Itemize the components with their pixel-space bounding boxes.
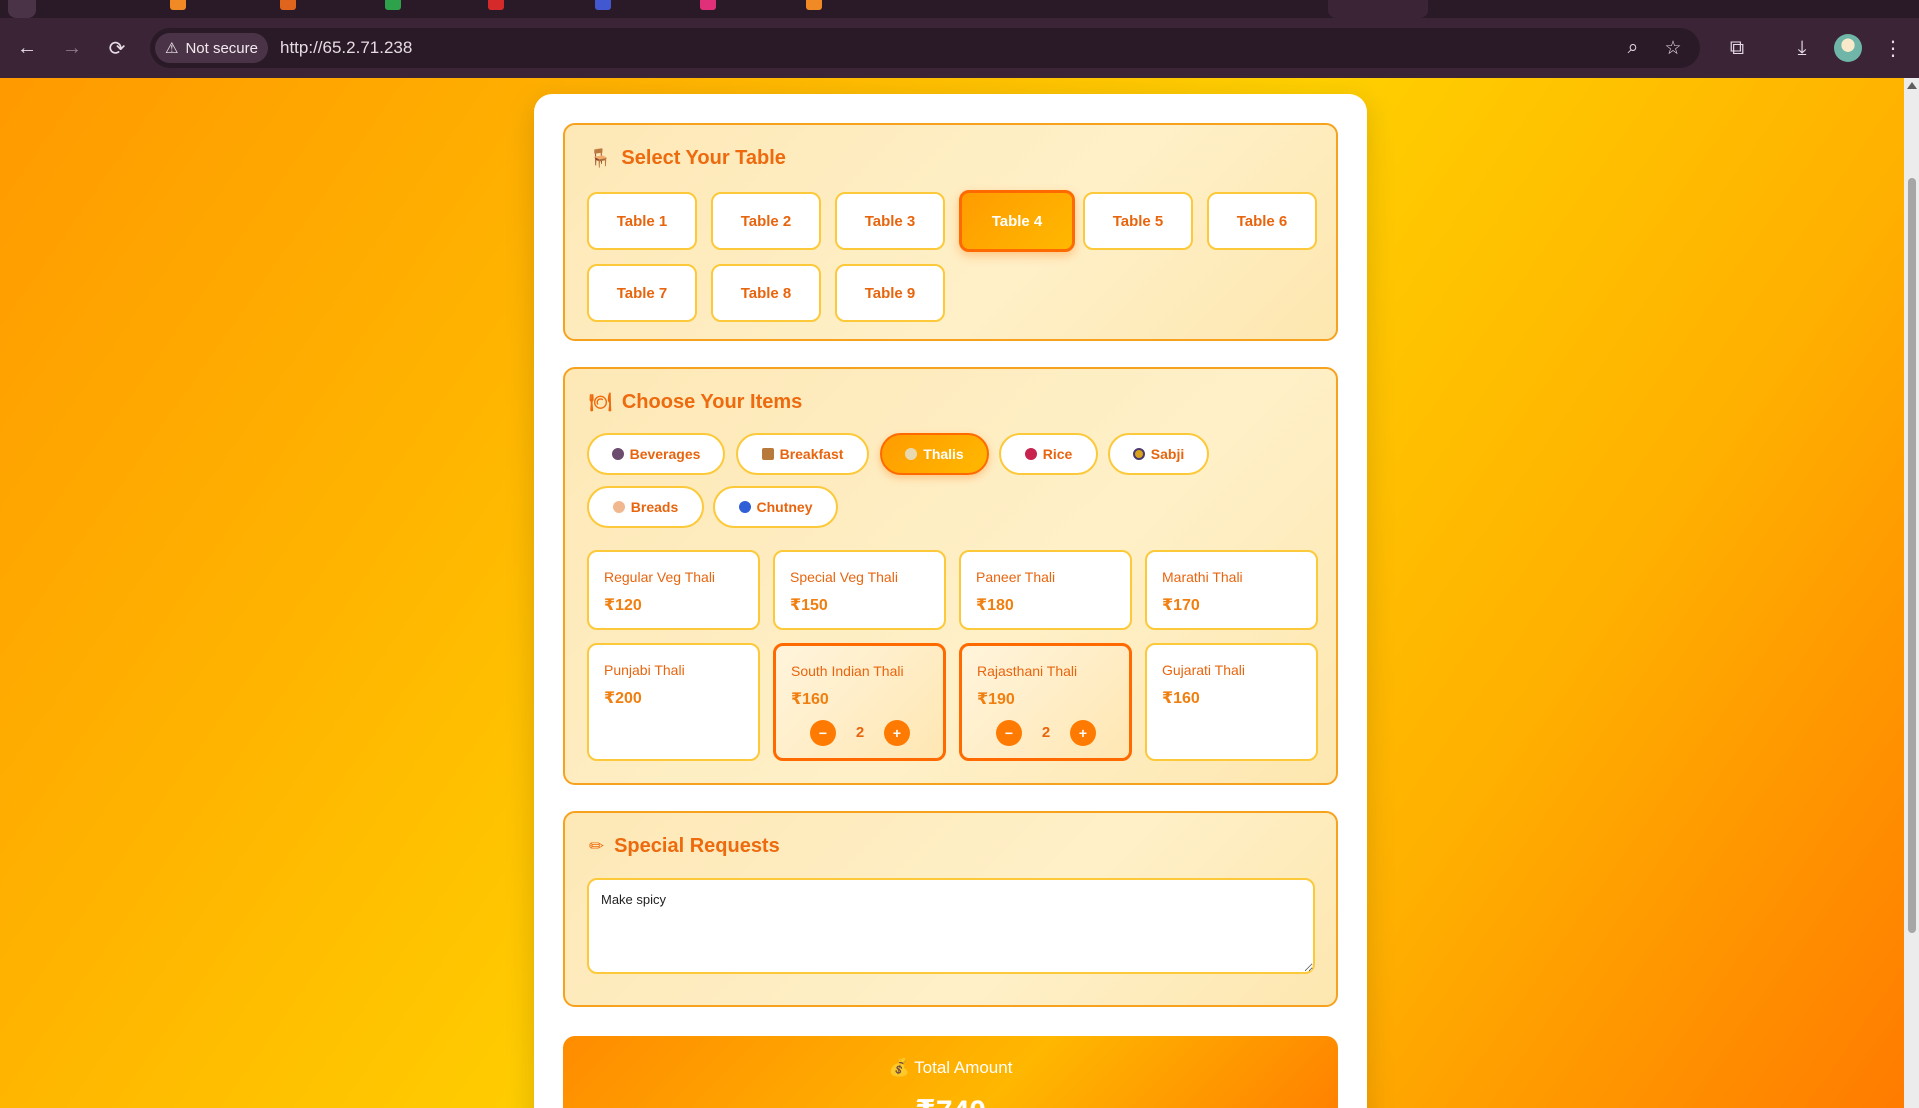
chutney-icon [738, 501, 751, 513]
item-price: ₹160 [791, 691, 829, 708]
category-breakfast[interactable]: Breakfast [736, 433, 869, 475]
total-amount: ₹740 [563, 1094, 1338, 1108]
item-name: Punjabi Thali [604, 662, 685, 678]
quantity-stepper: − 2 + [996, 720, 1096, 746]
decrement-button[interactable]: − [996, 720, 1022, 746]
back-icon[interactable]: ← [11, 32, 43, 64]
tab-favicon[interactable] [385, 0, 401, 10]
menu-item-card[interactable]: Regular Veg Thali ₹120 [587, 550, 760, 630]
category-breads[interactable]: Breads [587, 486, 704, 528]
page-viewport: 🪑 Select Your Table Table 1 Table 2 Tabl… [0, 78, 1919, 1108]
sabji-icon [1132, 448, 1145, 460]
plate-icon: 🍽 [589, 391, 612, 412]
breakfast-icon [761, 448, 774, 460]
total-label: 💰 Total Amount [888, 1058, 1013, 1077]
increment-button[interactable]: + [884, 720, 910, 746]
tab-active[interactable] [1328, 0, 1428, 18]
menu-item-card[interactable]: Gujarati Thali ₹160 [1145, 643, 1318, 761]
browser-tab-strip [0, 0, 1919, 18]
url-text[interactable]: http://65.2.71.238 [280, 38, 412, 58]
tab-favicon[interactable] [806, 0, 822, 10]
menu-item-card[interactable]: Paneer Thali ₹180 [959, 550, 1132, 630]
thali-icon [905, 448, 918, 460]
menu-item-card[interactable]: Marathi Thali ₹170 [1145, 550, 1318, 630]
pencil-icon: ✏ [589, 835, 605, 856]
profile-avatar[interactable] [1834, 34, 1862, 62]
tab-favicon[interactable] [595, 0, 611, 10]
special-requests-textarea[interactable]: Make spicy [587, 878, 1315, 974]
table-button-6[interactable]: Table 6 [1207, 192, 1317, 250]
menu-kebab-icon[interactable]: ⋮ [1877, 32, 1909, 64]
scroll-thumb[interactable] [1908, 178, 1916, 933]
download-icon[interactable]: ⤓ [1786, 32, 1818, 64]
bread-icon [612, 501, 625, 513]
address-bar[interactable]: ⚠ Not secure http://65.2.71.238 ⌕ ☆ [150, 28, 1700, 68]
item-price: ₹200 [604, 690, 642, 707]
tab-favicon[interactable] [170, 0, 186, 10]
item-name: Rajasthani Thali [977, 663, 1078, 679]
category-chutney[interactable]: Chutney [713, 486, 838, 528]
money-bag-icon: 💰 [888, 1058, 910, 1077]
item-price: ₹160 [1162, 690, 1200, 707]
quantity-stepper: − 2 + [810, 720, 910, 746]
warning-icon: ⚠ [165, 40, 179, 57]
reload-icon[interactable]: ⟳ [101, 32, 133, 64]
quantity-value: 2 [855, 724, 865, 741]
item-name: Gujarati Thali [1162, 662, 1246, 678]
total-panel: 💰 Total Amount ₹740 [563, 1036, 1338, 1108]
security-chip[interactable]: ⚠ Not secure [155, 33, 268, 63]
item-name: Paneer Thali [976, 569, 1056, 585]
bookmark-star-icon[interactable]: ☆ [1658, 33, 1688, 63]
security-label: Not secure [185, 39, 258, 57]
menu-item-card-selected[interactable]: South Indian Thali ₹160 − 2 + [773, 643, 946, 761]
requests-section: ✏ Special Requests Make spicy [563, 811, 1338, 1007]
item-price: ₹180 [976, 597, 1014, 614]
table-button-4[interactable]: Table 4 [959, 190, 1075, 252]
item-price: ₹190 [977, 691, 1015, 708]
menu-item-card-selected[interactable]: Rajasthani Thali ₹190 − 2 + [959, 643, 1132, 761]
table-button-1[interactable]: Table 1 [587, 192, 697, 250]
category-beverages[interactable]: Beverages [587, 433, 725, 475]
extensions-icon[interactable]: ⧉ [1721, 32, 1753, 64]
item-name: South Indian Thali [791, 663, 904, 679]
table-button-9[interactable]: Table 9 [835, 264, 945, 322]
beverage-icon [611, 448, 624, 460]
table-section-title: 🪑 Select Your Table [589, 146, 786, 169]
category-sabji[interactable]: Sabji [1108, 433, 1209, 475]
item-name: Special Veg Thali [790, 569, 898, 585]
forward-icon[interactable]: → [56, 32, 88, 64]
increment-button[interactable]: + [1070, 720, 1096, 746]
item-price: ₹150 [790, 597, 828, 614]
scroll-up-arrow-icon[interactable] [1907, 82, 1917, 89]
tab-favicon[interactable] [488, 0, 504, 10]
item-price: ₹120 [604, 597, 642, 614]
tab-favicon[interactable] [700, 0, 716, 10]
item-name: Regular Veg Thali [604, 569, 716, 585]
table-button-3[interactable]: Table 3 [835, 192, 945, 250]
rice-icon [1024, 448, 1037, 460]
page-scrollbar[interactable] [1904, 78, 1919, 1108]
menu-item-card[interactable]: Special Veg Thali ₹150 [773, 550, 946, 630]
decrement-button[interactable]: − [810, 720, 836, 746]
order-card: 🪑 Select Your Table Table 1 Table 2 Tabl… [534, 94, 1367, 1108]
table-section: 🪑 Select Your Table Table 1 Table 2 Tabl… [563, 123, 1338, 341]
browser-toolbar: ← → ⟳ ⚠ Not secure http://65.2.71.238 ⌕ … [0, 18, 1919, 78]
item-name: Marathi Thali [1162, 569, 1243, 585]
tab-favicon[interactable] [280, 0, 296, 10]
requests-section-title: ✏ Special Requests [589, 834, 780, 857]
items-section: 🍽 Choose Your Items Beverages Breakfast … [563, 367, 1338, 785]
items-section-title: 🍽 Choose Your Items [589, 390, 803, 413]
table-button-2[interactable]: Table 2 [711, 192, 821, 250]
category-thalis[interactable]: Thalis [880, 433, 989, 475]
table-button-7[interactable]: Table 7 [587, 264, 697, 322]
quantity-value: 2 [1041, 724, 1051, 741]
item-price: ₹170 [1162, 597, 1200, 614]
menu-item-card[interactable]: Punjabi Thali ₹200 [587, 643, 760, 761]
tab[interactable] [8, 0, 36, 18]
table-button-5[interactable]: Table 5 [1083, 192, 1193, 250]
category-rice[interactable]: Rice [999, 433, 1098, 475]
chair-icon: 🪑 [589, 147, 612, 168]
zoom-icon[interactable]: ⌕ [1618, 33, 1648, 63]
table-button-8[interactable]: Table 8 [711, 264, 821, 322]
